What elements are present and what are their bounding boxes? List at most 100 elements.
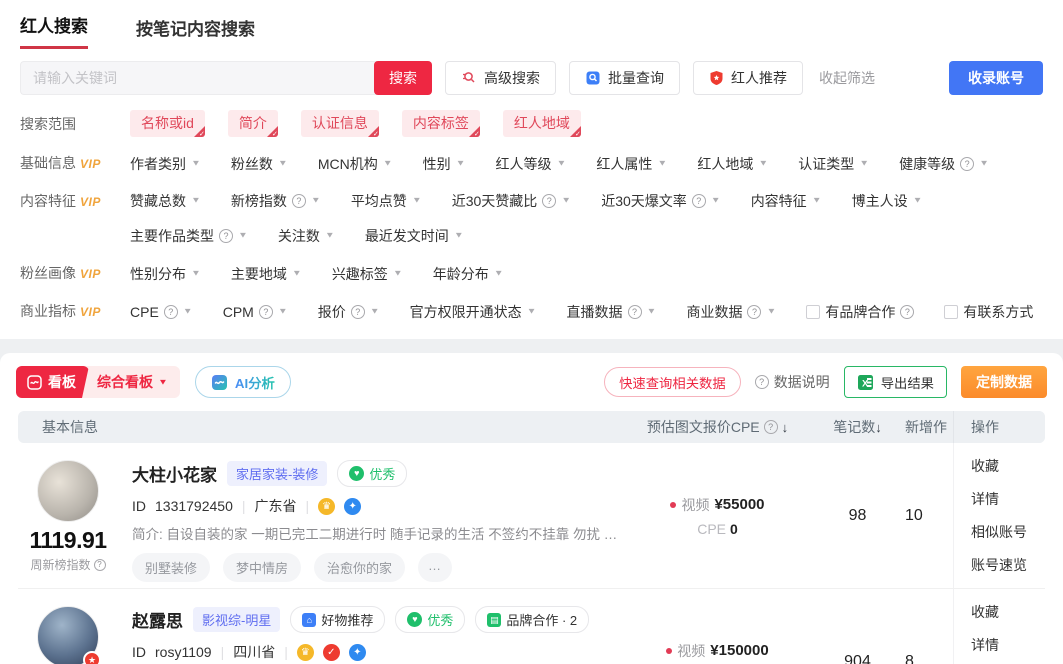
help-icon[interactable]: ?: [94, 559, 106, 571]
category-tag[interactable]: 家居家装-装修: [227, 461, 327, 486]
search-row: 搜索 高级搜索 批量查询 红人推荐 收起筛选 收录账号: [20, 61, 1043, 95]
keyword-tag[interactable]: 别墅装修: [132, 553, 210, 582]
cpe-value: 0: [730, 521, 738, 537]
excel-icon: X: [857, 374, 874, 391]
help-icon: ?: [692, 194, 706, 208]
caret-down-icon: ▼: [191, 192, 201, 210]
caret-down-icon: ▼: [812, 192, 822, 210]
filter-fans-count[interactable]: 粉丝数▼: [231, 152, 288, 175]
filter-content-feature[interactable]: 内容特征▼: [751, 190, 822, 212]
filter-30d-viral-rate[interactable]: 近30天爆文率?▼: [601, 190, 720, 212]
influencer-name[interactable]: 大柱小花家: [132, 461, 217, 486]
results-panel: 看板 综合看板 ▼ AI分析 快速查询相关数据 ? 数据说明 X 导出结果 定制…: [0, 353, 1063, 664]
filter-mcn[interactable]: MCN机构▼: [318, 152, 393, 175]
info-column: 赵露思 影视综-明星 ⌂好物推荐 ♥优秀 ▤品牌合作 · 2 ID rosy11…: [118, 589, 625, 664]
filter-health-level[interactable]: 健康等级?▼: [899, 152, 989, 175]
collapse-filters-link[interactable]: 收起筛选: [819, 68, 875, 88]
info-column: 大柱小花家 家居家装-装修 ♥优秀 ID 1331792450 | 广东省 | …: [118, 443, 625, 588]
kanban-button[interactable]: 看板: [16, 366, 89, 398]
filter-main-region[interactable]: 主要地域▼: [231, 262, 302, 285]
filter-cpm[interactable]: CPM?▼: [223, 300, 288, 323]
filter-cert-type[interactable]: 认证类型▼: [798, 152, 869, 175]
filter-gender-dist[interactable]: 性别分布▼: [130, 262, 201, 285]
scope-tag-region[interactable]: 红人地域✓: [503, 110, 581, 137]
action-favorite[interactable]: 收藏: [971, 602, 1045, 622]
filter-commerce-data[interactable]: 商业数据?▼: [686, 300, 776, 323]
filter-main-work-type[interactable]: 主要作品类型?▼: [130, 225, 248, 247]
action-detail[interactable]: 详情: [971, 635, 1045, 655]
filter-quote[interactable]: 报价?▼: [318, 300, 380, 323]
scope-tag-name-id[interactable]: 名称或id✓: [130, 110, 205, 137]
caret-down-icon: ▼: [325, 227, 335, 245]
filter-row-commerce: 商业指标VIP CPE?▼ CPM?▼ 报价?▼ 官方权限开通状态▼ 直播数据?…: [20, 300, 1043, 323]
cpe-label: CPE: [697, 521, 726, 537]
scope-tag-cert[interactable]: 认证信息✓: [301, 110, 379, 137]
keyword-tag[interactable]: 治愈你的家: [314, 553, 405, 582]
avatar[interactable]: [37, 460, 99, 522]
header-note-count[interactable]: 笔记数↓: [810, 417, 905, 437]
keyword-input[interactable]: [20, 61, 377, 95]
export-results-button[interactable]: X 导出结果: [844, 366, 947, 398]
data-note-link[interactable]: ? 数据说明: [755, 372, 830, 392]
avatar-badge-icon: ★: [83, 651, 101, 664]
keyword-tag[interactable]: 梦中情房: [223, 553, 301, 582]
kanban-icon: [27, 375, 42, 390]
avatar[interactable]: ★: [37, 606, 99, 664]
scope-tag-intro[interactable]: 简介✓: [228, 110, 278, 137]
filter-blogger-persona[interactable]: 博主人设▼: [852, 190, 923, 212]
tab-influencer-search[interactable]: 红人搜索: [20, 12, 88, 49]
filter-like-collect-total[interactable]: 赞藏总数▼: [130, 190, 201, 212]
quick-query-button[interactable]: 快速查询相关数据: [604, 367, 741, 397]
divider: |: [221, 644, 225, 660]
check-icon: ✓: [474, 130, 480, 137]
tab-note-content-search[interactable]: 按笔记内容搜索: [136, 15, 255, 49]
filter-age-dist[interactable]: 年龄分布▼: [433, 262, 504, 285]
checkbox-has-brand-coop[interactable]: 有品牌合作?: [806, 300, 914, 323]
header-estimated-cpe[interactable]: 预估图文报价CPE?↓: [625, 417, 810, 437]
custom-data-button[interactable]: 定制数据: [961, 366, 1047, 398]
divider: |: [242, 498, 246, 514]
include-account-button[interactable]: 收录账号: [949, 61, 1043, 95]
filter-newrank-index[interactable]: 新榜指数?▼: [231, 190, 321, 212]
influencer-recommend-button[interactable]: 红人推荐: [693, 61, 803, 95]
action-detail[interactable]: 详情: [971, 489, 1045, 509]
caret-down-icon: ▼: [557, 155, 567, 173]
search-filter-panel: 红人搜索 按笔记内容搜索 搜索 高级搜索 批量查询 红人推荐 收起筛选 收录账号: [0, 0, 1063, 339]
influencer-name[interactable]: 赵露思: [132, 607, 183, 632]
filter-30d-like-ratio[interactable]: 近30天赞藏比?▼: [452, 190, 571, 212]
filter-live-data[interactable]: 直播数据?▼: [567, 300, 657, 323]
caret-down-icon: ▼: [278, 155, 288, 173]
filter-region[interactable]: 红人地域▼: [697, 152, 768, 175]
action-similar-accounts[interactable]: 相似账号: [971, 522, 1045, 542]
help-icon: ?: [259, 305, 273, 319]
filter-group-label: 商业指标VIP: [20, 300, 130, 323]
advanced-search-button[interactable]: 高级搜索: [445, 61, 556, 95]
filter-attribute[interactable]: 红人属性▼: [596, 152, 667, 175]
check-icon: ✓: [575, 130, 581, 137]
filter-official-permission[interactable]: 官方权限开通状态▼: [410, 300, 537, 323]
ai-analysis-button[interactable]: AI分析: [195, 366, 291, 398]
filter-cpe[interactable]: CPE?▼: [130, 300, 193, 323]
filter-gender[interactable]: 性别▼: [423, 152, 466, 175]
kanban-label: 看板: [48, 372, 76, 392]
more-keywords-button[interactable]: …: [418, 553, 452, 582]
header-new-works[interactable]: 新增作: [905, 417, 953, 437]
search-button[interactable]: 搜索: [374, 61, 432, 95]
filter-interest-tags[interactable]: 兴趣标签▼: [332, 262, 403, 285]
checkbox-has-contact[interactable]: 有联系方式: [944, 300, 1033, 323]
action-account-overview[interactable]: 账号速览: [971, 555, 1045, 575]
header-basic-info: 基本信息: [18, 417, 625, 437]
filter-author-type[interactable]: 作者类别▼: [130, 152, 201, 175]
filter-following-count[interactable]: 关注数▼: [278, 225, 335, 247]
batch-query-button[interactable]: 批量查询: [569, 61, 680, 95]
filter-last-post-time[interactable]: 最近发文时间▼: [365, 225, 464, 247]
action-favorite[interactable]: 收藏: [971, 456, 1045, 476]
filter-avg-likes[interactable]: 平均点赞▼: [351, 190, 422, 212]
category-tag[interactable]: 影视综-明星: [193, 607, 280, 632]
filter-level[interactable]: 红人等级▼: [496, 152, 567, 175]
clipboard-icon: ▤: [487, 613, 501, 627]
cpe-column: 视频¥55000 CPE0: [625, 443, 810, 588]
kanban-board-select[interactable]: 综合看板 ▼: [89, 372, 180, 392]
scope-tag-content-tag[interactable]: 内容标签✓: [402, 110, 480, 137]
filter-row-content: 内容特征VIP 赞藏总数▼ 新榜指数?▼ 平均点赞▼ 近30天赞藏比?▼ 近30…: [20, 190, 1043, 247]
